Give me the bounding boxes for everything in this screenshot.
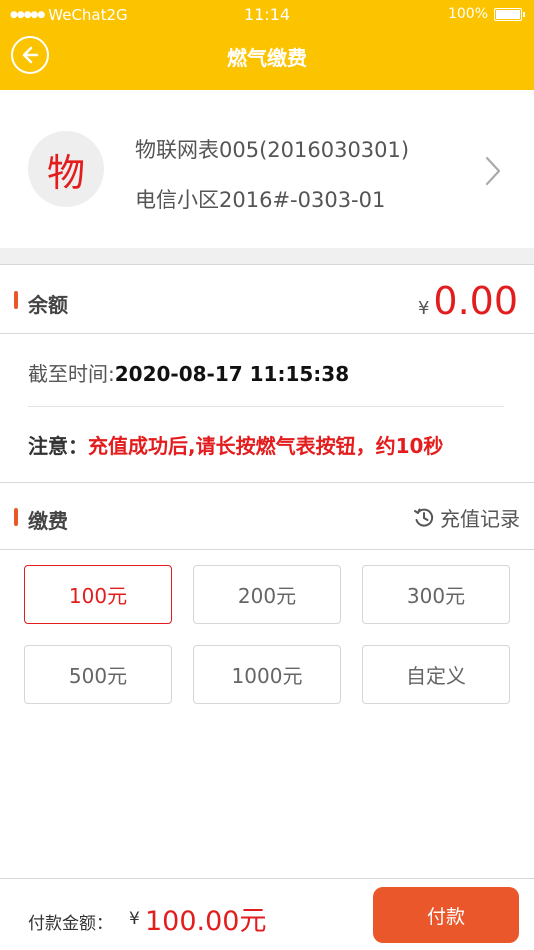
pay-amount-label: 付款金额： [28,914,113,934]
amount-option-500[interactable]: 500元 [24,645,172,704]
payment-section: 缴费 充值记录 [0,482,534,550]
section-marker [14,291,18,309]
section-marker [14,508,18,526]
balance-label: 余额 [28,293,68,317]
battery-indicator: 100% [447,6,525,22]
divider [28,406,504,407]
clock-history-icon [414,508,434,527]
balance-amount: 0.00 [433,279,518,323]
recharge-records-link[interactable]: 充值记录 [412,503,520,532]
amount-option-200[interactable]: 200元 [193,565,341,624]
notice-text: 充值成功后,请长按燃气表按钮，约10秒 [88,434,444,458]
chevron-right-icon[interactable] [485,156,501,186]
balance-value: ¥ 0.00 [418,279,518,323]
as-of-value: 2020-08-17 11:15:38 [114,362,350,386]
amount-option-custom[interactable]: 自定义 [362,645,510,704]
amount-option-300[interactable]: 300元 [362,565,510,624]
notice-label: 注意： [28,434,88,458]
pay-currency: ¥ [129,909,140,929]
payment-label: 缴费 [28,509,68,533]
status-bar: ●●●●● WeChat2G 11:14 100% [0,0,534,30]
pay-button[interactable]: 付款 [373,887,519,943]
as-of-label: 截至时间: [28,362,115,386]
amount-option-100[interactable]: 100元 [24,565,172,624]
payment-footer: 付款金额： ¥ 100.00元 付款 [0,878,534,950]
app-header: ●●●●● WeChat2G 11:14 100% 燃气缴费 [0,0,534,90]
section-gap [0,248,534,264]
as-of-time: 截至时间:2020-08-17 11:15:38 [28,358,349,387]
balance-section: 余额 ¥ 0.00 [0,264,534,334]
meter-address: 电信小区2016#-0303-01 [135,188,386,212]
battery-icon [494,7,525,21]
pay-amount: 100.00元 [145,906,267,937]
notice: 注意：充值成功后,请长按燃气表按钮，约10秒 [28,430,443,459]
records-label: 充值记录 [440,507,520,531]
meter-avatar: 物 [28,131,104,207]
page-title: 燃气缴费 [227,46,307,70]
battery-percent: 100% [447,6,488,22]
balance-currency: ¥ [417,298,430,319]
amount-option-1000[interactable]: 1000元 [193,645,341,704]
meter-name: 物联网表005(2016030301) [135,138,410,162]
